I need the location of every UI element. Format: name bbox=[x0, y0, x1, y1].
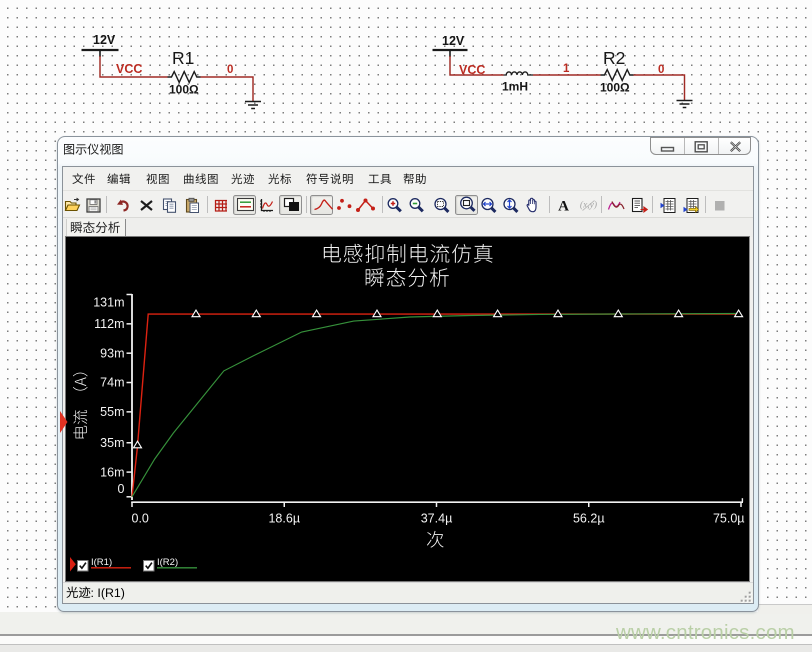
x-tick-label: 18.6µ bbox=[268, 512, 300, 526]
toolbar-zoom-vertical-icon[interactable] bbox=[502, 197, 519, 214]
toolbar-legend-icon[interactable] bbox=[233, 195, 256, 215]
toolbar-black-white-icon[interactable] bbox=[279, 195, 302, 215]
toolbar-export-report-icon[interactable] bbox=[630, 197, 647, 214]
schematic-label: VCC bbox=[459, 63, 485, 77]
toolbar-graph-properties-icon[interactable] bbox=[258, 197, 275, 214]
status-text: 光迹: I(R1)光迹: I(R1) bbox=[66, 585, 125, 600]
toolbar-scatter-plot-icon[interactable] bbox=[336, 197, 353, 214]
x-tick-label: 56.2µ bbox=[573, 512, 605, 526]
minimize-button[interactable] bbox=[651, 138, 684, 155]
toolbar-zoom-in-icon[interactable] bbox=[386, 197, 403, 214]
toolbar-separator bbox=[207, 196, 208, 213]
toolbar-export-labview-icon[interactable] bbox=[682, 197, 699, 214]
schematic-label: 100Ω bbox=[169, 83, 199, 97]
tab-strip bbox=[63, 217, 753, 237]
toolbar-separator bbox=[106, 196, 107, 213]
schematic-label: 1mH bbox=[502, 80, 528, 94]
y-tick-label: 0 bbox=[118, 482, 125, 496]
toolbar-open-icon[interactable] bbox=[64, 197, 81, 214]
schematic-label: 0 bbox=[227, 64, 233, 76]
menu-item-1[interactable]: 文件 bbox=[72, 173, 96, 186]
toolbar-copy-icon[interactable] bbox=[161, 197, 178, 214]
trace-marker bbox=[134, 441, 142, 448]
chart-subtitle: 瞬态分析 bbox=[66, 267, 749, 295]
legend-label: I(R1) bbox=[91, 557, 112, 568]
schematic-label: R1 bbox=[172, 48, 194, 68]
tab-transient-analysis[interactable]: 瞬态分析 bbox=[66, 219, 126, 238]
menu-item-9[interactable]: 帮助 bbox=[403, 173, 427, 186]
toolbar-text-annotation-icon[interactable]: A bbox=[555, 197, 572, 214]
x-tick-label: 37.4µ bbox=[421, 512, 453, 526]
toolbar-paste-icon[interactable] bbox=[184, 197, 201, 214]
window-title: 图示仪视图 bbox=[63, 143, 124, 162]
selected-trace-arrow bbox=[59, 410, 69, 434]
toolbar-stop-icon[interactable] bbox=[711, 197, 728, 214]
toolbar-cursor-xy-icon[interactable]: (x,y) bbox=[578, 197, 595, 214]
toolbar-zoom-horizontal-icon[interactable] bbox=[480, 197, 497, 214]
y-tick-label: 112m bbox=[94, 317, 124, 331]
menu-item-8[interactable]: 工具 bbox=[368, 173, 392, 186]
y-tick-label: 35m bbox=[100, 436, 124, 450]
toolbar-save-icon[interactable] bbox=[85, 197, 102, 214]
menu-item-6[interactable]: 光标 bbox=[268, 173, 292, 186]
menu-item-2[interactable]: 编辑 bbox=[107, 173, 131, 186]
maximize-button[interactable] bbox=[684, 138, 718, 155]
toolbar-undo-icon[interactable] bbox=[114, 197, 131, 214]
watermark: www.cntronics.com bbox=[616, 621, 812, 647]
y-tick-label: 93m bbox=[100, 346, 124, 360]
toolbar-zoom-out-icon[interactable] bbox=[408, 197, 425, 214]
toolbar-export-excel-icon[interactable] bbox=[659, 197, 676, 214]
svg-text:A: A bbox=[558, 198, 569, 214]
toolbar-separator bbox=[601, 196, 602, 213]
menu-item-4[interactable]: 曲线图 bbox=[183, 173, 219, 186]
canvas-scroll-strip bbox=[758, 604, 812, 614]
toolbar-overlay-traces-icon[interactable] bbox=[607, 197, 624, 214]
toolbar-separator bbox=[652, 196, 653, 213]
toolbar-delete-icon[interactable] bbox=[138, 197, 155, 214]
schematic-label: 0 bbox=[658, 64, 664, 76]
toolbar-separator bbox=[705, 196, 706, 213]
legend-selected-arrow bbox=[70, 557, 76, 572]
y-tick-label: 131m bbox=[93, 296, 124, 310]
resize-grip[interactable] bbox=[740, 591, 753, 603]
schematic-label: 12V bbox=[93, 33, 116, 47]
close-button[interactable] bbox=[718, 138, 752, 155]
menu-item-3[interactable]: 视图 bbox=[146, 173, 170, 186]
schematic-label: 12V bbox=[442, 34, 465, 48]
schematic-label: 100Ω bbox=[600, 81, 630, 95]
toolbar-separator bbox=[382, 196, 383, 213]
schematic-drawing: 12V VCC R1 100Ω 0 12V VCC 1mH 1 R2 100Ω 0 bbox=[0, 0, 812, 136]
toolbar-zoom-fit-icon[interactable] bbox=[455, 195, 478, 215]
toolbar-zoom-area-icon[interactable] bbox=[433, 197, 450, 214]
toolbar-line-marker-plot-icon[interactable] bbox=[356, 197, 373, 214]
menu-item-5[interactable]: 光迹 bbox=[231, 173, 255, 186]
status-bar bbox=[63, 582, 753, 603]
trace-I(R2)[interactable] bbox=[132, 314, 741, 497]
x-tick-label: 75.0µ bbox=[713, 512, 745, 526]
caption-buttons bbox=[650, 137, 751, 156]
toolbar-grid-icon[interactable] bbox=[212, 197, 229, 214]
schematic-label: 1 bbox=[563, 63, 570, 75]
legend-label: I(R2) bbox=[157, 557, 178, 568]
schematic-label: VCC bbox=[116, 62, 142, 76]
y-tick-label: 16m bbox=[100, 465, 124, 479]
x-axis-label: 次 bbox=[404, 530, 466, 555]
trace-I(R1)[interactable] bbox=[132, 314, 741, 497]
y-tick-label: 74m bbox=[100, 376, 124, 390]
toolbar-line-plot-icon[interactable] bbox=[310, 195, 333, 215]
toolbar-separator bbox=[306, 196, 307, 213]
menu-item-7[interactable]: 符号说明 bbox=[306, 173, 354, 186]
y-tick-label: 55m bbox=[100, 405, 124, 419]
toolbar-separator bbox=[549, 196, 550, 213]
toolbar-pan-hand-icon[interactable] bbox=[524, 197, 541, 214]
schematic-label: R2 bbox=[603, 48, 625, 68]
x-tick-label: 0.0 bbox=[132, 512, 149, 526]
